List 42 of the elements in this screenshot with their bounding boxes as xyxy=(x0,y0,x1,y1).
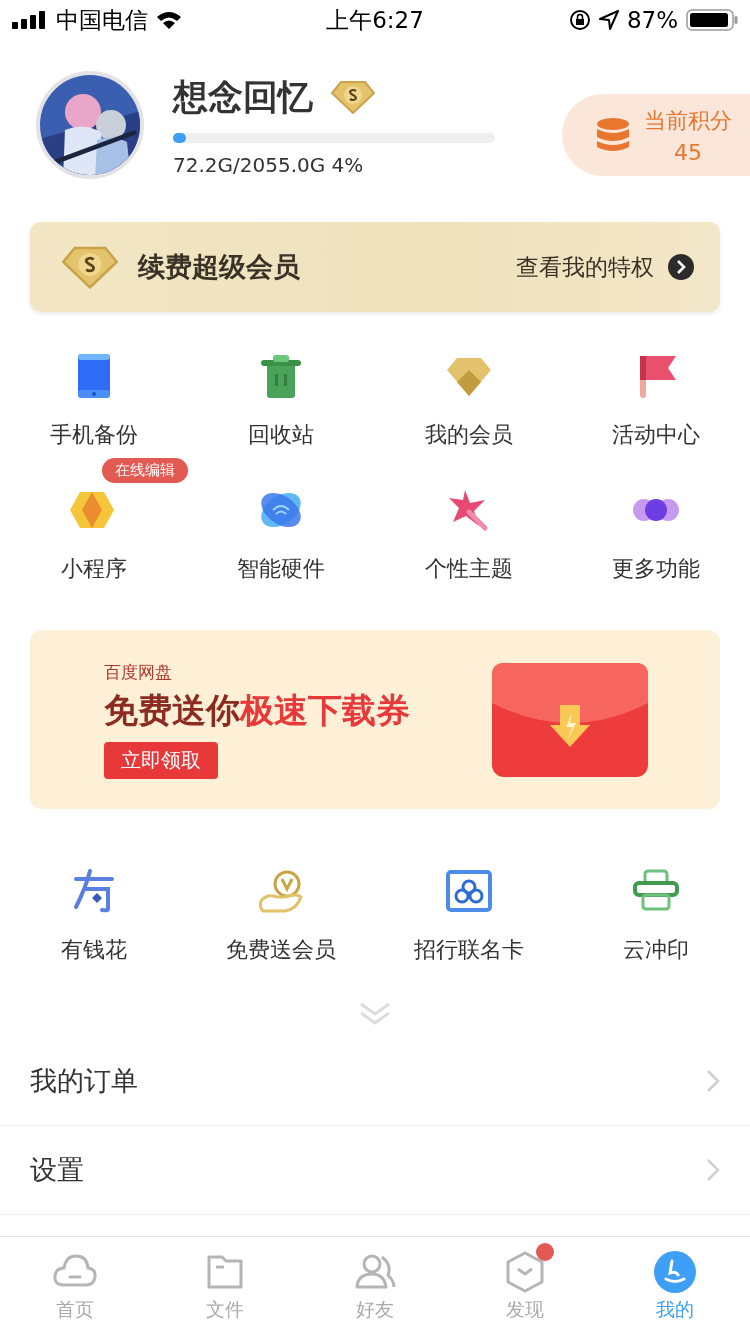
wifi-icon xyxy=(156,10,182,30)
vip-banner[interactable]: 续费超级会员 查看我的特权 xyxy=(30,222,720,312)
service-item[interactable]: 招行联名卡 xyxy=(375,867,563,965)
avatar[interactable] xyxy=(35,70,145,180)
clock-time: 上午6:27 xyxy=(326,5,424,35)
claim-button[interactable]: 立即领取 xyxy=(104,741,218,779)
feature-item[interactable]: 手机备份 xyxy=(0,352,188,450)
feature-badge: 在线编辑 xyxy=(102,458,188,483)
super-vip-badge-icon xyxy=(62,245,118,289)
points-value: 45 xyxy=(674,139,702,165)
feature-item[interactable]: 回收站 xyxy=(187,352,375,450)
service-item[interactable]: 有钱花 xyxy=(0,867,188,965)
user-name: 想念回忆 xyxy=(173,75,313,119)
avatar-icon xyxy=(652,1248,698,1295)
promo-headline: 免费送你极速下载券 xyxy=(104,688,410,732)
rotation-lock-icon xyxy=(568,9,591,31)
location-icon xyxy=(598,10,619,30)
menu-item[interactable]: 设置 xyxy=(0,1126,750,1215)
feature-item[interactable]: 活动中心 xyxy=(562,352,750,450)
carrier-name: 中国电信 xyxy=(56,5,148,35)
vip-title: 续费超级会员 xyxy=(138,250,300,284)
menu-item[interactable]: 我的订单 xyxy=(0,1037,750,1126)
privileges-link[interactable]: 查看我的特权 xyxy=(516,251,654,283)
points-label: 当前积分 xyxy=(644,106,732,135)
super-vip-badge-icon xyxy=(331,80,375,114)
service-item[interactable]: 免费送会员 xyxy=(187,867,375,965)
card-icon xyxy=(444,867,493,915)
feature-item[interactable]: 智能硬件 xyxy=(187,486,375,584)
service-item[interactable]: 云冲印 xyxy=(562,867,750,965)
storage-usage: 72.2G/2055.0G 4% xyxy=(173,152,365,177)
coin-stack-icon xyxy=(596,117,630,153)
chevron-right-icon xyxy=(706,1158,720,1182)
feature-item[interactable]: 个性主题 xyxy=(375,486,563,584)
promo-banner[interactable]: 百度网盘 免费送你极速下载券 立即领取 xyxy=(30,630,720,809)
arrow-right-icon xyxy=(668,254,694,280)
battery-icon xyxy=(686,9,738,31)
signal-icon xyxy=(12,11,48,29)
promo-brand: 百度网盘 xyxy=(104,660,172,684)
feature-item[interactable]: 更多功能 xyxy=(562,486,750,584)
feature-item[interactable]: 我的会员 xyxy=(375,352,563,450)
battery-percent: 87% xyxy=(626,7,678,33)
chevron-right-icon xyxy=(706,1069,720,1093)
